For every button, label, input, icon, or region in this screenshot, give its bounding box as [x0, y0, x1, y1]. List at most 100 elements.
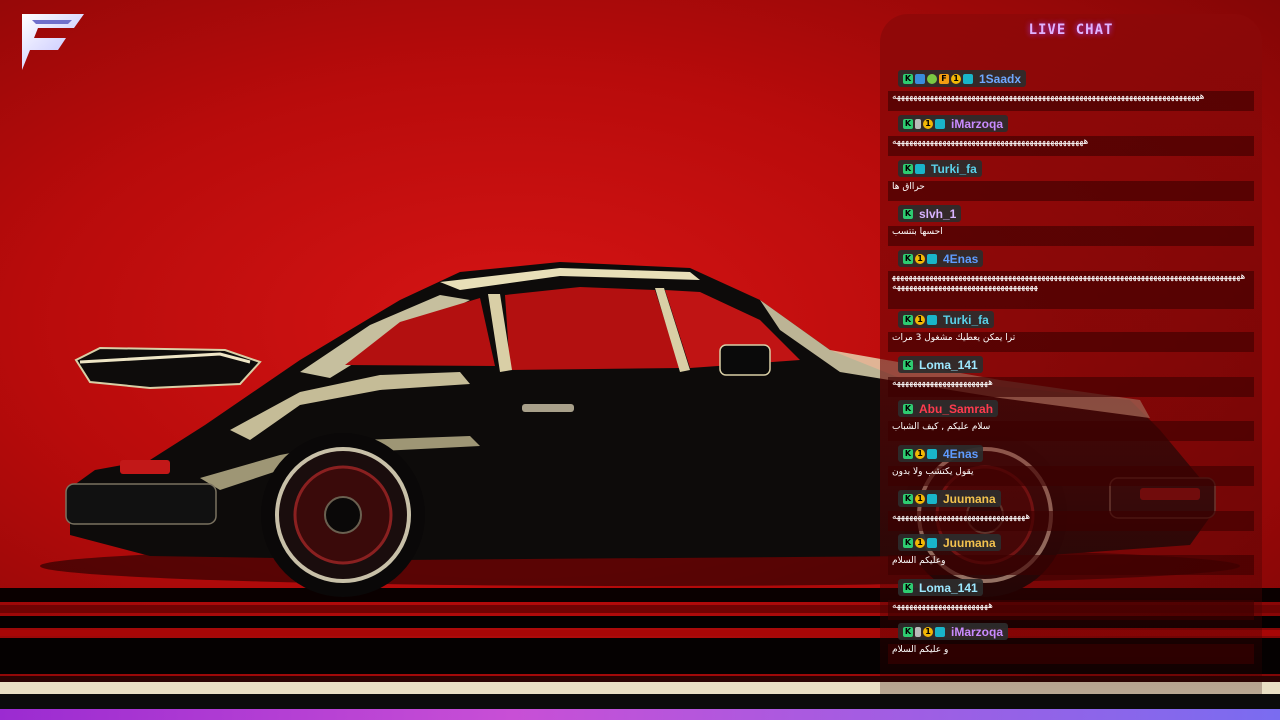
chat-username-bar: K 1 4Enas	[898, 445, 984, 462]
badge-icon: 1	[951, 73, 961, 84]
chat-message: K Loma_141 هههههههههههههههههههههههه	[888, 579, 1254, 621]
chat-text-bar: حرااق ها	[888, 181, 1254, 201]
badge-icon: 1	[915, 448, 925, 459]
badge-icon: 1	[923, 626, 933, 637]
badge-icon: 1	[915, 253, 925, 264]
chat-username-bar: Kslvh_1	[898, 205, 962, 222]
chat-message: K 1 4Enas ههههههههههههههههههههههههههههههههه…	[888, 250, 1254, 310]
chat-message: K 1 Juumana وعليكم السلام	[888, 534, 1254, 576]
badge-icon: 1	[923, 118, 933, 129]
chat-message-text: يقول يكتشب ولا بدون	[892, 467, 974, 477]
chat-message: K 1 iMarzoqa هههههههههههههههههههههههههههههه…	[888, 115, 1254, 157]
chat-message: Kslvh_1 احسها بتتسب	[888, 205, 1254, 247]
badge-icon	[935, 626, 945, 637]
chat-username-bar: K 1 Juumana	[898, 490, 1001, 507]
badge-icon: K	[903, 163, 913, 174]
chat-username-bar: K 1 Turki_fa	[898, 311, 994, 328]
badge-icon: 1	[915, 314, 925, 325]
chat-message: K F 1 1Saadx ههههههههههههههههههههههههههههههه…	[888, 70, 1254, 112]
chat-text-bar: ههههههههههههههههههههههههههههههههه	[888, 511, 1254, 531]
chat-text-bar: سلام عليكم , كيف الشباب	[888, 421, 1254, 441]
chat-message-text: هههههههههههههههههههههههههههههههههههههههه…	[892, 272, 1246, 292]
badge-icon: K	[903, 73, 913, 84]
chat-message: K Loma_141 هههههههههههههههههههههههه	[888, 356, 1254, 398]
badge-icon: K	[903, 314, 913, 325]
badge-icon	[915, 163, 925, 174]
badge-icon	[927, 448, 937, 459]
chat-message-text: ههههههههههههههههههههههههههههههههه	[892, 512, 1031, 522]
chat-title: LIVE CHAT	[1028, 22, 1114, 38]
chat-message: K 1 Turki_fa ترا يمكن يعطيك مشغول 3 مرات	[888, 311, 1254, 353]
chat-username[interactable]: Loma_141	[919, 581, 978, 595]
chat-text-bar: ترا يمكن يعطيك مشغول 3 مرات	[888, 332, 1254, 352]
chat-message-text: سلام عليكم , كيف الشباب	[892, 422, 991, 432]
chat-username[interactable]: 1Saadx	[979, 72, 1021, 86]
badge-icon	[927, 73, 937, 84]
chat-message-text: هههههههههههههههههههههههه	[892, 601, 993, 611]
badge-icon: K	[903, 626, 913, 637]
chat-message-text: و عليكم السلام	[892, 645, 949, 655]
chat-text-bar: هههههههههههههههههههههههههههههههههههههههه…	[888, 136, 1254, 156]
chat-message-text: حرااق ها	[892, 182, 925, 192]
chat-username[interactable]: iMarzoqa	[951, 117, 1003, 131]
chat-text-bar: يقول يكتشب ولا بدون	[888, 466, 1254, 486]
chat-message: K Abu_Samrah سلام عليكم , كيف الشباب	[888, 400, 1254, 442]
chat-username[interactable]: Loma_141	[919, 358, 978, 372]
live-chat-panel: LIVE CHAT K F 1 1Saadx ههههههههههههههههههههه…	[880, 14, 1262, 694]
chat-username-bar: K F 1 1Saadx	[898, 70, 1027, 87]
chat-message-text: ترا يمكن يعطيك مشغول 3 مرات	[892, 333, 1016, 343]
chat-username-bar: K 1 4Enas	[898, 250, 984, 267]
chat-message-text: احسها بتتسب	[892, 227, 943, 237]
bottom-accent-bar	[0, 709, 1280, 720]
chat-username[interactable]: Abu_Samrah	[919, 402, 993, 416]
badge-icon: K	[903, 403, 913, 414]
chat-text-bar: هههههههههههههههههههههههههههههههههههههههه…	[888, 271, 1254, 309]
badge-icon: K	[903, 208, 913, 219]
badge-icon	[915, 626, 921, 637]
badge-icon	[927, 314, 937, 325]
chat-message-text: وعليكم السلام	[892, 556, 946, 566]
chat-username-bar: K Turki_fa	[898, 160, 982, 177]
badge-icon	[963, 73, 973, 84]
chat-username[interactable]: Juumana	[943, 536, 996, 550]
chat-username-bar: K 1 Juumana	[898, 534, 1001, 551]
chat-text-bar: هههههههههههههههههههههههه	[888, 377, 1254, 397]
chat-username-bar: K Loma_141	[898, 579, 983, 596]
badge-icon: 1	[915, 537, 925, 548]
chat-username-bar: K Abu_Samrah	[898, 400, 999, 417]
badge-icon	[927, 253, 937, 264]
chat-message-text: هههههههههههههههههههههههههههههههههههههههه…	[892, 137, 1089, 147]
chat-username[interactable]: 4Enas	[943, 252, 978, 266]
badge-icon	[927, 537, 937, 548]
badge-icon: F	[939, 73, 949, 84]
badge-icon: K	[903, 118, 913, 129]
badge-icon: K	[903, 582, 913, 593]
chat-message: K 1 Juumana ههههههههههههههههههههههههههههههه…	[888, 490, 1254, 532]
chat-username[interactable]: iMarzoqa	[951, 625, 1003, 639]
badge-icon: 1	[915, 493, 925, 504]
badge-icon	[915, 73, 925, 84]
chat-username-bar: K Loma_141	[898, 356, 983, 373]
chat-message-text: هههههههههههههههههههههههههههههههههههههههه…	[892, 92, 1205, 102]
badge-icon: K	[903, 493, 913, 504]
badge-icon: K	[903, 359, 913, 370]
chat-text-bar: هههههههههههههههههههههههههههههههههههههههه…	[888, 91, 1254, 111]
chat-username[interactable]: Turki_fa	[931, 162, 977, 176]
chat-username[interactable]: 4Enas	[943, 447, 978, 461]
chat-username-bar: K 1 iMarzoqa	[898, 115, 1009, 132]
chat-username[interactable]: slvh_1	[919, 207, 956, 221]
chat-message: K Turki_fa حرااق ها	[888, 160, 1254, 202]
stream-scene: LIVE CHAT K F 1 1Saadx ههههههههههههههههههههه…	[0, 0, 1280, 720]
chat-message-text: هههههههههههههههههههههههه	[892, 378, 993, 388]
badge-icon	[927, 493, 937, 504]
chat-text-bar: وعليكم السلام	[888, 555, 1254, 575]
chat-username[interactable]: Juumana	[943, 492, 996, 506]
badge-icon: K	[903, 448, 913, 459]
chat-username-bar: K 1 iMarzoqa	[898, 623, 1009, 640]
chat-username[interactable]: Turki_fa	[943, 313, 989, 327]
chat-message: K 1 iMarzoqa و عليكم السلام	[888, 623, 1254, 665]
badge-icon	[935, 118, 945, 129]
chat-text-bar: و عليكم السلام	[888, 644, 1254, 664]
f-logo-icon	[22, 14, 84, 70]
chat-text-bar: احسها بتتسب	[888, 226, 1254, 246]
